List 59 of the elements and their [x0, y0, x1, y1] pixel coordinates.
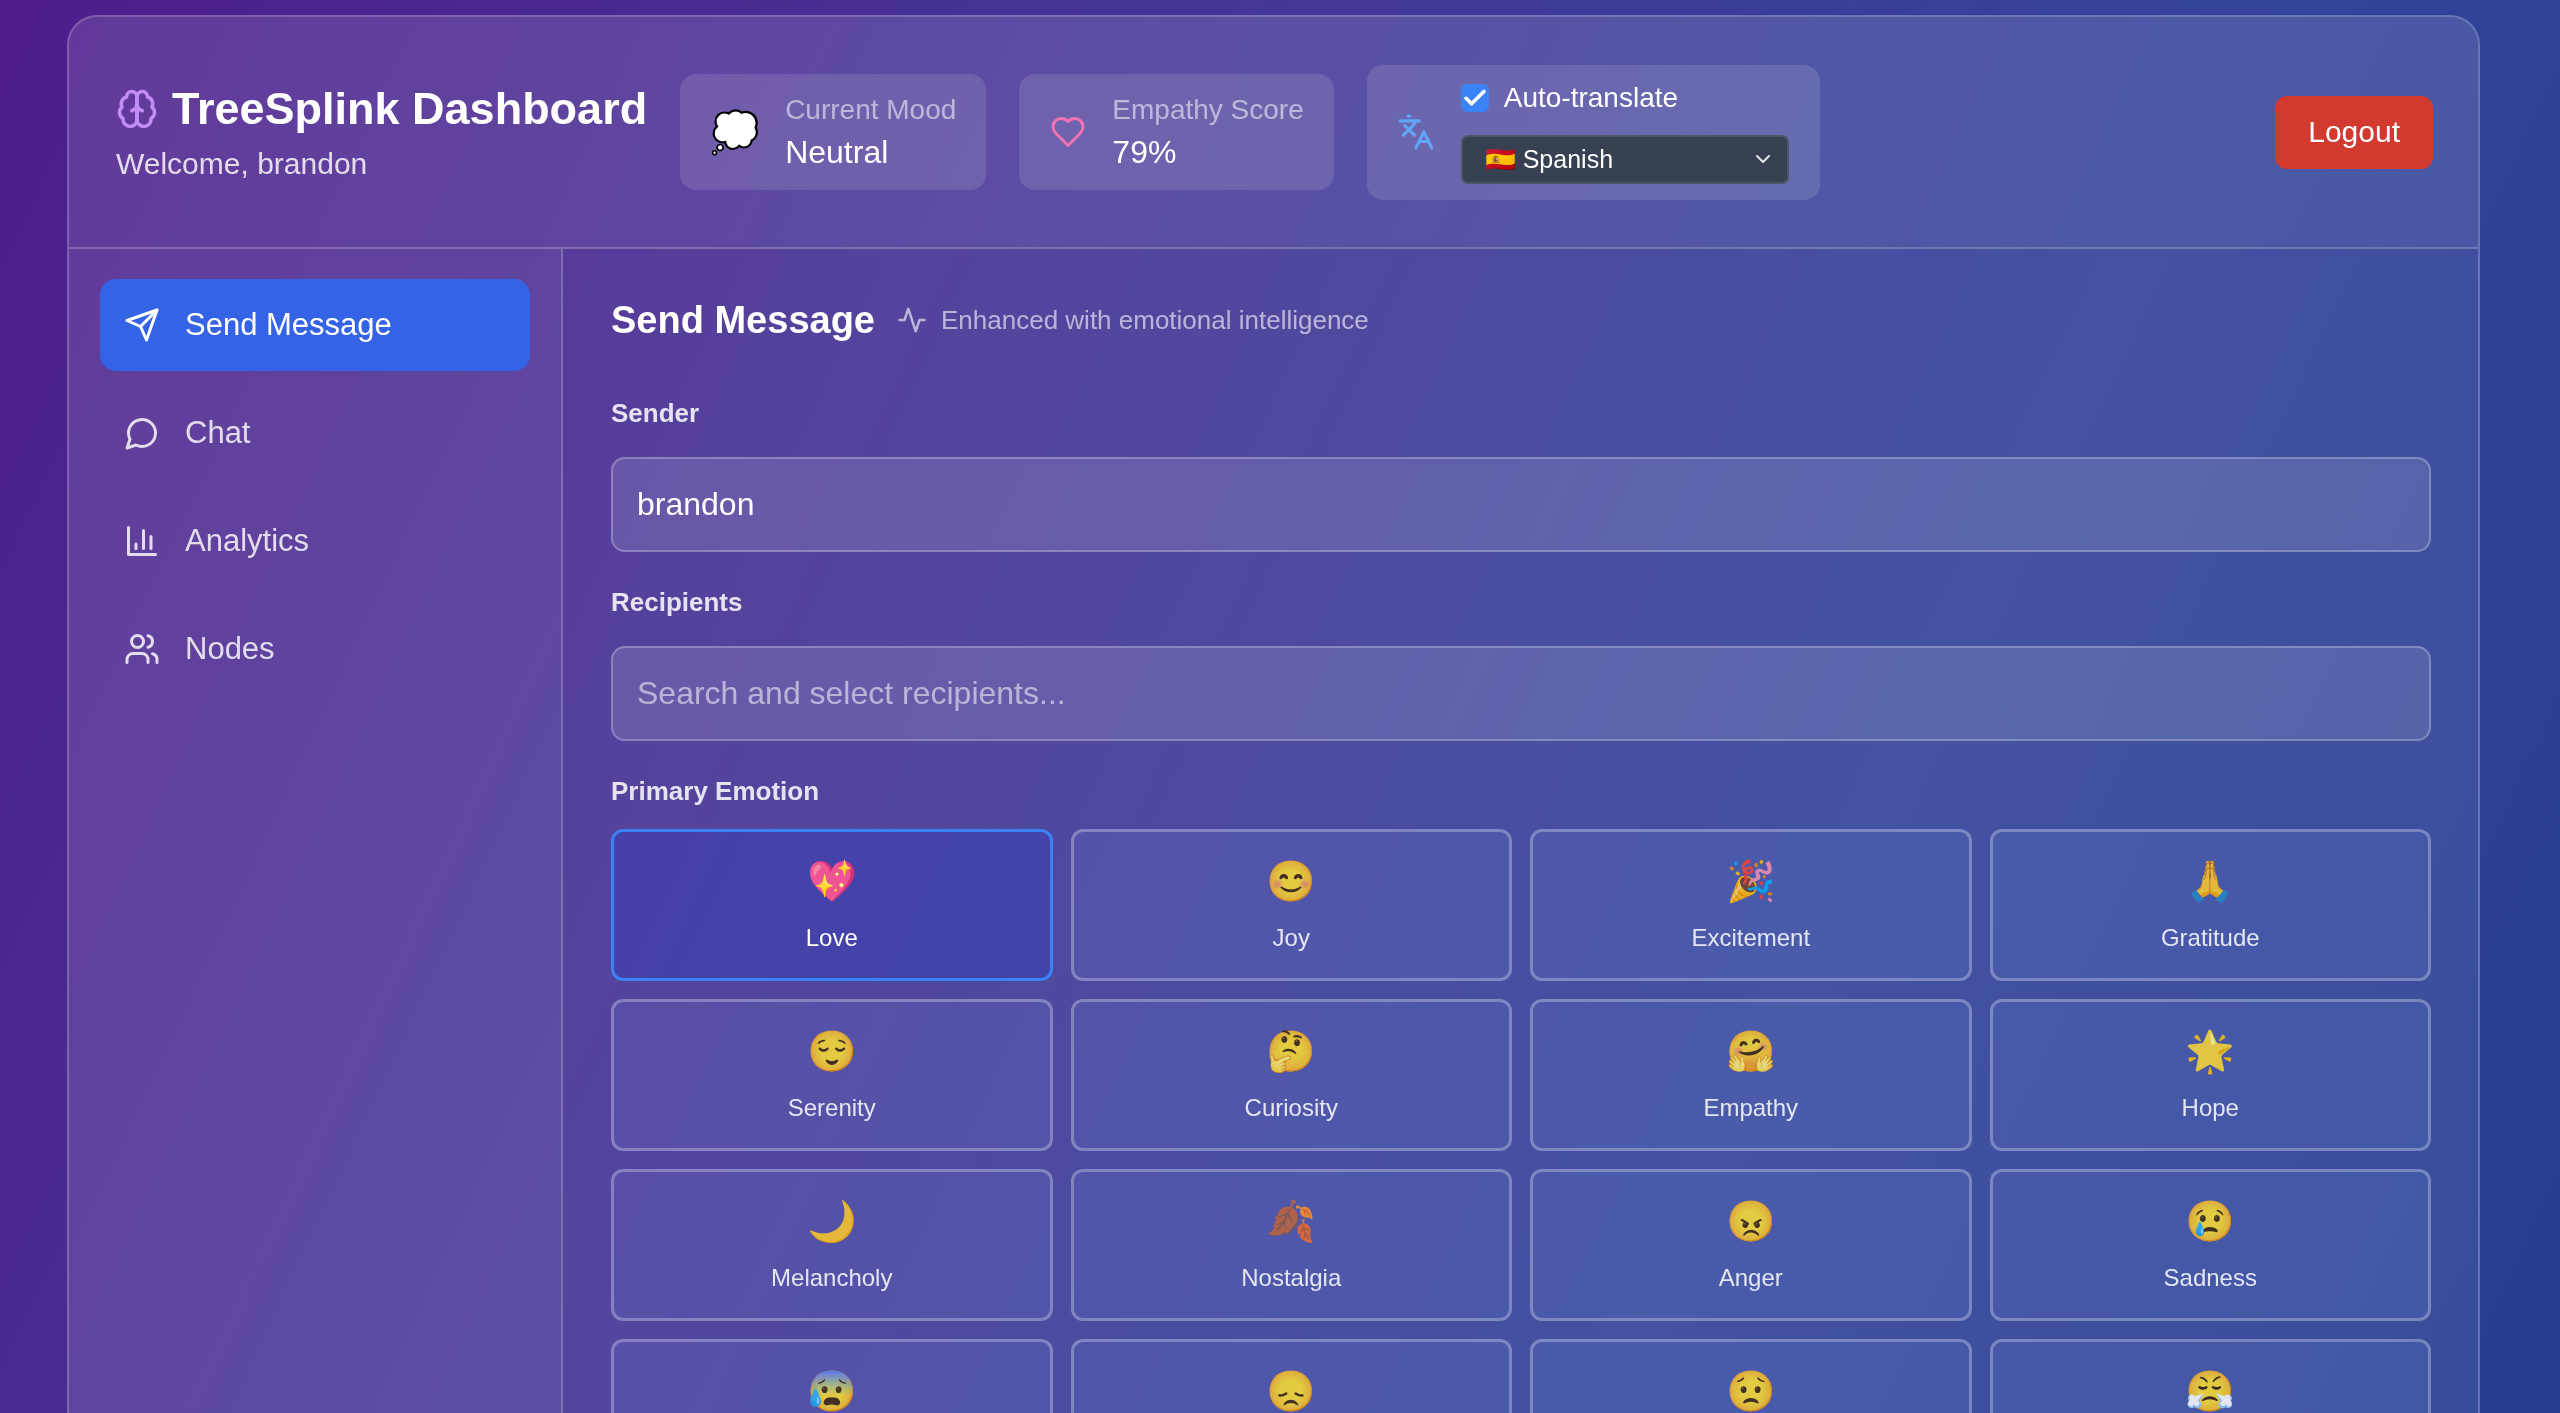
emoji-icon: 🍂 [1266, 1199, 1317, 1243]
language-select[interactable]: 🇪🇸 Spanish [1460, 134, 1789, 184]
checkbox-label: Auto-translate [1503, 80, 1679, 115]
field-label: Recipients [611, 586, 744, 619]
welcome-text: Welcome, brandon [116, 146, 369, 182]
emoji-icon: 😢 [2185, 1199, 2236, 1243]
emotion-button[interactable]: 💖 Love [611, 829, 1053, 981]
emotion-button[interactable]: 🍂 Nostalgia [1070, 1169, 1512, 1321]
emoji-icon: 🤔 [1266, 1029, 1317, 1073]
stat-value: Neutral [785, 133, 890, 171]
bar-chart-icon [124, 523, 160, 559]
emoji-icon: 🎉 [1725, 859, 1776, 903]
speech-bubble-icon [124, 415, 160, 451]
logout-button[interactable]: Logout [2275, 95, 2433, 169]
emoji-icon: 🌟 [2185, 1029, 2236, 1073]
emoji-icon: 😊 [1266, 859, 1317, 903]
emoji-icon: 😟 [1725, 1369, 1776, 1413]
emoji-icon: 😰 [806, 1369, 857, 1413]
emotion-button[interactable]: 🙏 Gratitude [1989, 829, 2431, 981]
emotion-button[interactable]: 😢 Sadness [1989, 1169, 2431, 1321]
sidebar-item[interactable]: Nodes [100, 603, 530, 695]
stat-label: Empathy Score [1112, 93, 1304, 127]
sidebar-item[interactable]: Chat [100, 387, 530, 479]
pulse-icon [897, 305, 927, 335]
emotion-button[interactable]: 😊 Joy [1070, 829, 1512, 981]
emotion-button[interactable]: 😌 Serenity [611, 999, 1053, 1151]
emotion-button[interactable]: 🌙 Melancholy [611, 1169, 1053, 1321]
thought-bubble-icon: 💭 [710, 110, 761, 154]
emotion-button[interactable]: 🌟 Hope [1989, 999, 2431, 1151]
emotion-button[interactable]: 😟 [1530, 1339, 1972, 1413]
app-title: TreeSplink Dashboard [172, 82, 648, 136]
field-label: Primary Emotion [611, 775, 821, 808]
emotion-button[interactable]: 😤 [1989, 1339, 2431, 1413]
emoji-icon: 💖 [806, 859, 857, 903]
emoji-icon: 🤗 [1725, 1029, 1776, 1073]
emoji-icon: 😞 [1266, 1369, 1317, 1413]
emotion-button[interactable]: 😰 [611, 1339, 1053, 1413]
emoji-icon: 😠 [1725, 1199, 1776, 1243]
users-icon [124, 631, 160, 667]
emoji-icon: 🌙 [806, 1199, 857, 1243]
sidebar-item[interactable]: Analytics [100, 495, 530, 587]
emotion-button[interactable]: 🎉 Excitement [1530, 829, 1972, 981]
emotion-button[interactable]: 🤔 Curiosity [1070, 999, 1512, 1151]
brain-icon [116, 88, 158, 130]
emoji-icon: 🙏 [2185, 859, 2236, 903]
stat-label: Current Mood [785, 93, 957, 127]
field-label: Sender [611, 397, 701, 430]
auto-translate-checkbox[interactable] [1460, 83, 1489, 112]
emoji-icon: 😌 [806, 1029, 857, 1073]
sidebar-item[interactable]: Send Message [100, 279, 530, 371]
paper-plane-icon [124, 307, 160, 343]
subtitle-text: Enhanced with emotional intelligence [941, 304, 1369, 336]
translate-icon [1396, 113, 1435, 151]
emotion-button[interactable]: 😞 [1070, 1339, 1512, 1413]
emotion-button[interactable]: 🤗 Empathy [1530, 999, 1972, 1151]
emoji-icon: 😤 [2185, 1369, 2236, 1413]
page-title: Send Message [611, 298, 875, 343]
emotion-button[interactable]: 😠 Anger [1530, 1169, 1972, 1321]
stat-value: 79% [1112, 133, 1178, 171]
